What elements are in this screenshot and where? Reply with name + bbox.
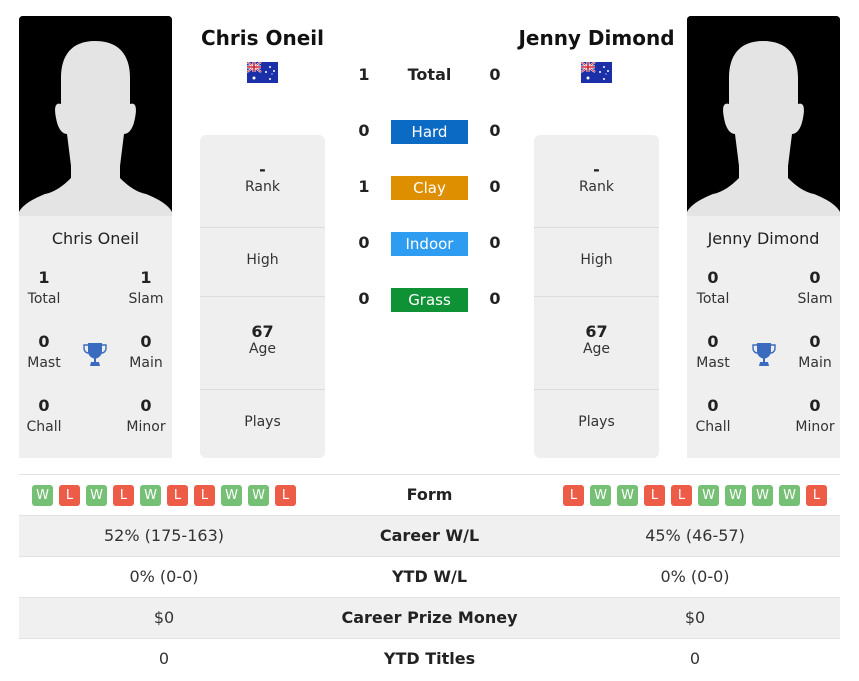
form-loss-badge[interactable]: L [671, 484, 692, 506]
form-label: Form [406, 485, 453, 504]
career-wl-row: 52% (175-163) Career W/L 45% (46-57) [19, 515, 840, 556]
player2-form-badges: LWWLLWWWWL [550, 475, 840, 515]
player1-australia-flag-icon [246, 61, 278, 83]
player1-career-wl: 52% (175-163) [104, 526, 224, 545]
player1-career-prize: $0 [153, 608, 175, 627]
player1-minor-stat: 0 Minor [126, 396, 166, 435]
form-loss-badge[interactable]: L [194, 484, 215, 506]
player2-minor-stat: 0 Minor [795, 396, 835, 435]
player1-high: High [200, 227, 325, 296]
player2-age: 67 Age [534, 296, 659, 389]
form-win-badge[interactable]: W [32, 484, 53, 506]
player2-ytd-titles: 0 [689, 649, 701, 668]
surface-grass-badge: Grass [391, 288, 468, 312]
player2-name-heading[interactable]: Jenny Dimond [513, 26, 680, 50]
form-loss-badge[interactable]: L [644, 484, 665, 506]
player2-career-wl: 45% (46-57) [645, 526, 745, 545]
form-win-badge[interactable]: W [698, 484, 719, 506]
player2-high: High [534, 227, 659, 296]
ytd-wl-row: 0% (0-0) YTD W/L 0% (0-0) [19, 556, 840, 597]
form-loss-badge[interactable]: L [806, 484, 827, 506]
player2-info-card: - Rank High 67 Age Plays [534, 135, 659, 458]
form-loss-badge[interactable]: L [59, 484, 80, 506]
player-silhouette-icon [19, 16, 172, 216]
player1-info-card: - Rank High 67 Age Plays [200, 135, 325, 458]
form-win-badge[interactable]: W [779, 484, 800, 506]
h2h-grass-p2: 0 [489, 289, 501, 308]
player1-mast-stat: 0 Mast [27, 332, 61, 371]
career-prize-label: Career Prize Money [341, 608, 518, 627]
player2-photo [687, 16, 840, 216]
player1-main-stat: 0 Main [129, 332, 163, 371]
career-wl-label: Career W/L [379, 526, 480, 545]
h2h-indoor-p1: 0 [358, 233, 370, 252]
form-loss-badge[interactable]: L [563, 484, 584, 506]
player1-plays: Plays [200, 389, 325, 458]
form-win-badge[interactable]: W [86, 484, 107, 506]
h2h-clay-p2: 0 [489, 177, 501, 196]
form-win-badge[interactable]: W [590, 484, 611, 506]
h2h-indoor-p2: 0 [489, 233, 501, 252]
player1-ytd-titles: 0 [158, 649, 170, 668]
player2-chall-stat: 0 Chall [695, 396, 731, 435]
form-win-badge[interactable]: W [725, 484, 746, 506]
h2h-total-p1: 1 [358, 65, 370, 84]
player2-rank: - Rank [579, 160, 614, 195]
player2-card-name: Jenny Dimond [707, 229, 820, 248]
player1-card: Chris Oneil 1 Total 1 Slam 0 Mast 0 Main… [19, 216, 172, 458]
player1-chall-stat: 0 Chall [26, 396, 62, 435]
player2-career-prize: $0 [684, 608, 706, 627]
player2-australia-flag-icon [580, 61, 612, 83]
ytd-titles-label: YTD Titles [383, 649, 476, 668]
player1-name-heading[interactable]: Chris Oneil [185, 26, 340, 50]
ytd-wl-label: YTD W/L [391, 567, 468, 586]
surface-indoor-badge: Indoor [391, 232, 468, 256]
h2h-total-p2: 0 [489, 65, 501, 84]
h2h-clay-p1: 1 [358, 177, 370, 196]
player1-form-badges: WLWLWLLWWL [19, 475, 309, 515]
trophy-icon [83, 342, 107, 368]
ytd-titles-row: 0 YTD Titles 0 [19, 638, 840, 679]
player2-ytd-wl: 0% (0-0) [660, 567, 730, 586]
trophy-icon [752, 342, 776, 368]
h2h-hard-p1: 0 [358, 121, 370, 140]
form-row: WLWLWLLWWL Form LWWLLWWWWL [19, 474, 840, 515]
surface-hard-badge: Hard [391, 120, 468, 144]
h2h-hard-p2: 0 [489, 121, 501, 140]
form-win-badge[interactable]: W [617, 484, 638, 506]
form-loss-badge[interactable]: L [275, 484, 296, 506]
player2-main-stat: 0 Main [798, 332, 832, 371]
player1-slam-stat: 1 Slam [128, 268, 164, 307]
h2h-total-label: Total [407, 65, 452, 84]
player2-total-stat: 0 Total [696, 268, 730, 307]
form-win-badge[interactable]: W [221, 484, 242, 506]
player2-card: Jenny Dimond 0 Total 0 Slam 0 Mast 0 Mai… [687, 216, 840, 458]
surface-clay-badge: Clay [391, 176, 468, 200]
player1-ytd-wl: 0% (0-0) [129, 567, 199, 586]
h2h-grass-p1: 0 [358, 289, 370, 308]
form-win-badge[interactable]: W [248, 484, 269, 506]
player2-slam-stat: 0 Slam [797, 268, 833, 307]
player1-total-stat: 1 Total [27, 268, 61, 307]
form-loss-badge[interactable]: L [113, 484, 134, 506]
player2-plays: Plays [534, 389, 659, 458]
player1-card-name: Chris Oneil [51, 229, 140, 248]
player1-rank: - Rank [245, 160, 280, 195]
career-prize-row: $0 Career Prize Money $0 [19, 597, 840, 638]
player1-age: 67 Age [200, 296, 325, 389]
form-win-badge[interactable]: W [752, 484, 773, 506]
player1-photo [19, 16, 172, 216]
form-win-badge[interactable]: W [140, 484, 161, 506]
player2-mast-stat: 0 Mast [696, 332, 730, 371]
player-silhouette-icon [687, 16, 840, 216]
form-loss-badge[interactable]: L [167, 484, 188, 506]
